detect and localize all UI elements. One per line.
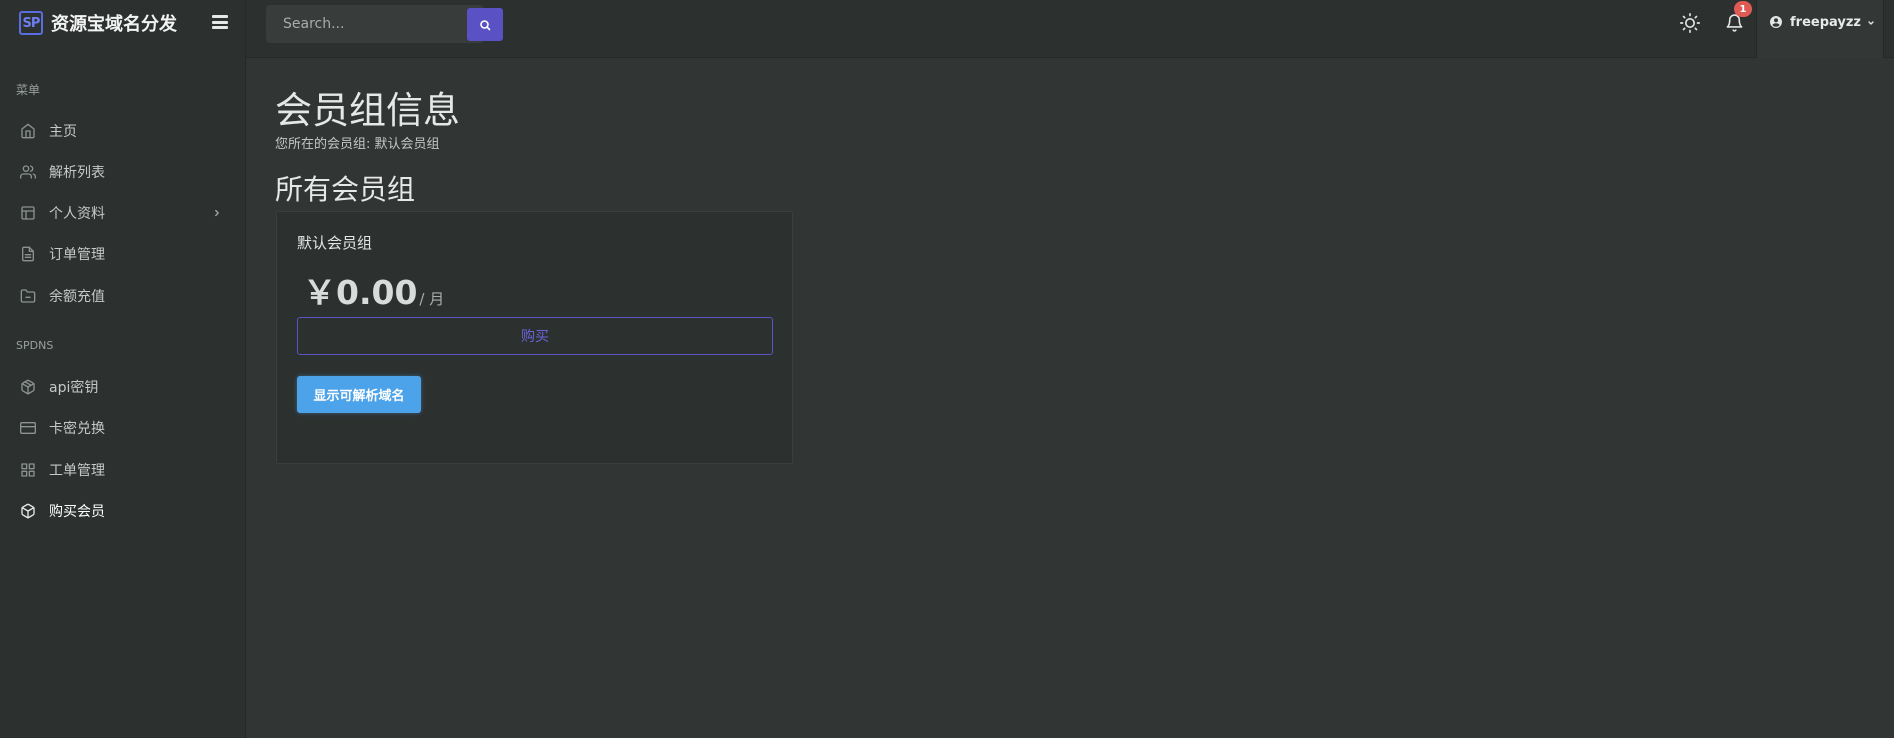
group-name: 默认会员组 — [297, 234, 373, 252]
sidebar: SP 资源宝域名分发 菜单 主页 解析列表 个人资料 订单管理 余额充值 SPD… — [0, 0, 246, 738]
buy-button[interactable]: 购买 — [297, 317, 773, 355]
sidebar-item-home[interactable]: 主页 — [0, 113, 246, 149]
username: freepayzz — [1790, 15, 1861, 30]
file-text-icon — [22, 246, 34, 262]
sidebar-item-api-key[interactable]: api密钥 — [0, 369, 246, 405]
sidebar-item-label: 购买会员 — [49, 504, 105, 520]
sidebar-item-label: 卡密兑换 — [49, 421, 105, 437]
folder-icon — [20, 289, 36, 303]
sidebar-item-tickets[interactable]: 工单管理 — [0, 452, 246, 488]
sidebar-item-label: api密钥 — [49, 380, 99, 396]
search-input[interactable] — [266, 5, 444, 43]
package-icon — [21, 379, 35, 395]
sidebar-item-label: 工单管理 — [49, 463, 105, 479]
notification-badge: 1 — [1734, 1, 1752, 17]
brand[interactable]: SP 资源宝域名分发 — [0, 0, 246, 46]
box-icon — [21, 503, 35, 519]
user-circle-icon — [1770, 16, 1782, 28]
chevron-right-icon — [215, 209, 219, 217]
sidebar-item-label: 订单管理 — [49, 247, 105, 263]
page-title: 会员组信息 — [275, 89, 460, 132]
brand-logo: SP — [19, 11, 43, 35]
theme-toggle-sun-icon[interactable] — [1680, 13, 1700, 33]
sidebar-item-label: 解析列表 — [49, 165, 105, 181]
grid-icon — [21, 463, 35, 477]
sidebar-item-label: 个人资料 — [49, 206, 105, 222]
search-button[interactable] — [467, 8, 503, 41]
sidebar-item-label: 余额充值 — [49, 289, 105, 305]
home-icon — [21, 123, 35, 139]
search-box — [266, 5, 503, 43]
users-icon — [20, 165, 36, 179]
credit-card-icon — [20, 422, 36, 434]
user-menu[interactable]: freepayzz — [1756, 0, 1884, 58]
price-block: ￥0.00 / 月 — [303, 266, 444, 314]
layout-icon — [21, 206, 35, 220]
spdns-section-heading: SPDNS — [16, 339, 54, 352]
topbar — [246, 0, 1894, 58]
group-price: ￥0.00 — [303, 273, 418, 312]
show-domains-button[interactable]: 显示可解析域名 — [297, 376, 421, 413]
membership-group-card: 默认会员组 ￥0.00 / 月 购买 显示可解析域名 — [276, 211, 793, 464]
current-group-text: 您所在的会员组: 默认会员组 — [275, 137, 440, 152]
sidebar-item-profile[interactable]: 个人资料 — [0, 195, 246, 231]
sidebar-item-orders[interactable]: 订单管理 — [0, 236, 246, 272]
brand-name: 资源宝域名分发 — [51, 14, 177, 35]
price-period: / 月 — [419, 290, 445, 308]
sidebar-item-buy-membership[interactable]: 购买会员 — [0, 493, 246, 529]
sidebar-item-recharge[interactable]: 余额充值 — [0, 278, 246, 314]
chevron-down-icon — [1868, 21, 1874, 25]
menu-section-heading: 菜单 — [16, 83, 41, 97]
sidebar-item-label: 主页 — [49, 124, 77, 140]
sidebar-item-dns-list[interactable]: 解析列表 — [0, 154, 246, 190]
menu-toggle-icon[interactable] — [212, 15, 228, 29]
section-title: 所有会员组 — [275, 173, 416, 206]
sidebar-item-card-redeem[interactable]: 卡密兑换 — [0, 410, 246, 446]
search-icon — [480, 19, 491, 30]
